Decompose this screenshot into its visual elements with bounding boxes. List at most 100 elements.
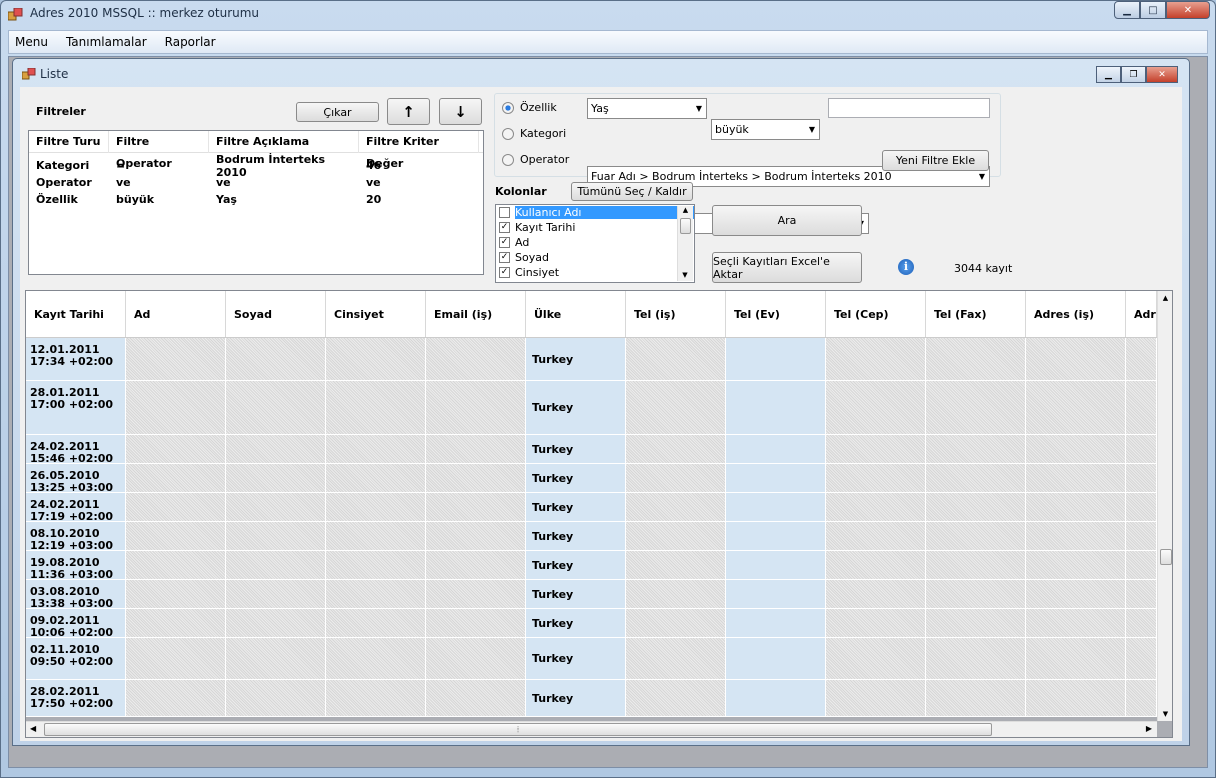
table-row[interactable]: 24.02.2011 17:19 +02:00 Turkey bbox=[26, 493, 1157, 522]
cell-redacted bbox=[226, 381, 326, 434]
property-select[interactable]: Yaş ▼ bbox=[587, 98, 707, 119]
columns-checklist[interactable]: Kullanıcı Adı ✓ Kayıt Tarihi ✓ Ad ✓ Soyad ✓… bbox=[495, 204, 695, 283]
scroll-up-icon[interactable]: ▲ bbox=[1158, 291, 1172, 302]
cell-redacted bbox=[1126, 551, 1157, 579]
arrow-up-icon: ↑ bbox=[402, 102, 415, 121]
menu-item-menu[interactable]: Menu bbox=[15, 35, 48, 49]
cell-redacted bbox=[926, 493, 1026, 521]
column-header[interactable]: Tel (Ev) bbox=[726, 291, 826, 337]
cell-redacted bbox=[126, 381, 226, 434]
cell-country-value: Turkey bbox=[532, 558, 574, 572]
table-row[interactable]: 12.01.2011 17:34 +02:00 Turkey bbox=[26, 338, 1157, 381]
grid-horizontal-scrollbar[interactable]: ◀ ⦙ ▶ bbox=[26, 721, 1157, 737]
scroll-down-icon[interactable]: ▼ bbox=[678, 271, 692, 279]
column-item-label: Ad bbox=[515, 236, 530, 249]
move-up-button[interactable]: ↑ bbox=[387, 98, 430, 125]
radio-kategori-label[interactable]: Kategori bbox=[520, 127, 566, 140]
scroll-thumb[interactable] bbox=[1160, 549, 1172, 565]
child-restore-button[interactable]: ❐ bbox=[1121, 66, 1146, 83]
cell-redacted bbox=[226, 580, 326, 608]
scroll-right-icon[interactable]: ▶ bbox=[1146, 724, 1152, 733]
checkbox[interactable] bbox=[499, 207, 510, 218]
cell-country-value: Turkey bbox=[532, 442, 574, 456]
table-row[interactable]: 24.02.2011 15:46 +02:00 Turkey bbox=[26, 435, 1157, 464]
grid-vertical-scrollbar[interactable]: ▲ ▼ bbox=[1157, 291, 1172, 721]
checkbox[interactable]: ✓ bbox=[499, 267, 510, 278]
column-header[interactable]: Adres (iş) bbox=[1026, 291, 1126, 337]
maximize-button[interactable]: □ bbox=[1140, 1, 1166, 19]
column-header[interactable]: Filtre Operator bbox=[109, 130, 209, 170]
table-row[interactable]: 09.02.2011 10:06 +02:00 Turkey bbox=[26, 609, 1157, 638]
table-row[interactable]: 26.05.2010 13:25 +03:00 Turkey bbox=[26, 464, 1157, 493]
column-item[interactable]: ✓ Cinsiyet bbox=[496, 265, 694, 280]
cell-redacted bbox=[926, 580, 1026, 608]
column-header[interactable]: Cinsiyet bbox=[326, 291, 426, 337]
minimize-button[interactable]: ▁ bbox=[1114, 1, 1140, 19]
close-button[interactable]: ✕ bbox=[1166, 1, 1210, 19]
scroll-thumb[interactable] bbox=[680, 218, 691, 234]
scroll-up-icon[interactable]: ▲ bbox=[678, 206, 693, 214]
column-header[interactable]: Soyad bbox=[226, 291, 326, 337]
column-header[interactable]: Kayıt Tarihi bbox=[26, 291, 126, 337]
filter-operator: ve bbox=[116, 176, 131, 189]
export-excel-button[interactable]: Seçli Kayıtları Excel'e Aktar bbox=[712, 252, 862, 283]
remove-filter-button[interactable]: Çıkar bbox=[296, 102, 379, 122]
columns-scrollbar[interactable]: ▲ ▼ bbox=[677, 206, 693, 281]
column-item[interactable]: ✓ Soyad bbox=[496, 250, 694, 265]
value-input[interactable] bbox=[828, 98, 990, 118]
list-item[interactable]: Operator ve ve ve bbox=[29, 174, 483, 191]
column-item[interactable]: Kullanıcı Adı bbox=[496, 205, 694, 220]
list-item[interactable]: Özellik büyük Yaş 20 bbox=[29, 191, 483, 208]
move-down-button[interactable]: ↓ bbox=[439, 98, 482, 125]
table-row[interactable]: 28.02.2011 17:50 +02:00 Turkey bbox=[26, 680, 1157, 717]
child-minimize-button[interactable]: ▁ bbox=[1096, 66, 1121, 83]
column-header[interactable]: Ad bbox=[126, 291, 226, 337]
radio-ozellik[interactable] bbox=[502, 102, 514, 114]
cell-country: Turkey bbox=[526, 464, 626, 492]
cell-redacted bbox=[126, 464, 226, 492]
cell-redacted bbox=[726, 680, 826, 716]
column-header[interactable]: Filtre Açıklama bbox=[209, 130, 359, 153]
column-header[interactable]: Tel (Cep) bbox=[826, 291, 926, 337]
table-row[interactable]: 03.08.2010 13:38 +03:00 Turkey bbox=[26, 580, 1157, 609]
cell-redacted bbox=[826, 609, 926, 637]
checkbox[interactable]: ✓ bbox=[499, 237, 510, 248]
filters-list[interactable]: Filtre Turu Filtre Operator Filtre Açıkl… bbox=[28, 130, 484, 275]
table-row[interactable]: 08.10.2010 12:19 +03:00 Turkey bbox=[26, 522, 1157, 551]
cell-country: Turkey bbox=[526, 435, 626, 463]
column-header[interactable]: Ülke bbox=[526, 291, 626, 337]
radio-operator[interactable] bbox=[502, 154, 514, 166]
radio-kategori[interactable] bbox=[502, 128, 514, 140]
table-row[interactable]: 28.01.2011 17:00 +02:00 Turkey bbox=[26, 381, 1157, 435]
results-grid[interactable]: Kayıt Tarihi Ad Soyad Cinsiyet Email (iş… bbox=[25, 290, 1173, 738]
table-row[interactable]: 02.11.2010 09:50 +02:00 Turkey bbox=[26, 638, 1157, 680]
cell-redacted bbox=[926, 381, 1026, 434]
search-button[interactable]: Ara bbox=[712, 205, 862, 236]
list-item[interactable]: Kategori = Bodrum İnterteks 2010 46 bbox=[29, 153, 483, 179]
menu-item-tanimlamalar[interactable]: Tanımlamalar bbox=[66, 35, 147, 49]
cell-redacted bbox=[426, 435, 526, 463]
column-header[interactable]: Filtre Kriter Değer bbox=[359, 130, 479, 170]
scroll-down-icon[interactable]: ▼ bbox=[1158, 710, 1172, 718]
column-header[interactable]: Adres bbox=[1126, 291, 1157, 337]
radio-ozellik-label[interactable]: Özellik bbox=[520, 101, 557, 114]
column-header[interactable]: Email (iş) bbox=[426, 291, 526, 337]
column-header[interactable]: Tel (Fax) bbox=[926, 291, 1026, 337]
title-bar[interactable]: Adres 2010 MSSQL :: merkez oturumu ▁ □ ✕ bbox=[0, 0, 1216, 30]
column-item[interactable]: ✓ Ad bbox=[496, 235, 694, 250]
menu-item-raporlar[interactable]: Raporlar bbox=[165, 35, 216, 49]
checkbox[interactable]: ✓ bbox=[499, 252, 510, 263]
scroll-thumb[interactable]: ⦙ bbox=[44, 723, 992, 736]
toggle-all-columns-button[interactable]: Tümünü Seç / Kaldır bbox=[571, 182, 693, 201]
column-header[interactable]: Tel (iş) bbox=[626, 291, 726, 337]
table-row[interactable]: 19.08.2010 11:36 +03:00 Turkey bbox=[26, 551, 1157, 580]
compare-select[interactable]: büyük ▼ bbox=[711, 119, 820, 140]
child-close-button[interactable]: ✕ bbox=[1146, 66, 1178, 83]
scroll-left-icon[interactable]: ◀ bbox=[30, 724, 36, 733]
column-header[interactable]: Filtre Turu bbox=[29, 130, 109, 153]
checkbox[interactable]: ✓ bbox=[499, 222, 510, 233]
cell-redacted bbox=[226, 493, 326, 521]
add-filter-button[interactable]: Yeni Filtre Ekle bbox=[882, 150, 989, 171]
column-item[interactable]: ✓ Kayıt Tarihi bbox=[496, 220, 694, 235]
radio-operator-label[interactable]: Operator bbox=[520, 153, 569, 166]
